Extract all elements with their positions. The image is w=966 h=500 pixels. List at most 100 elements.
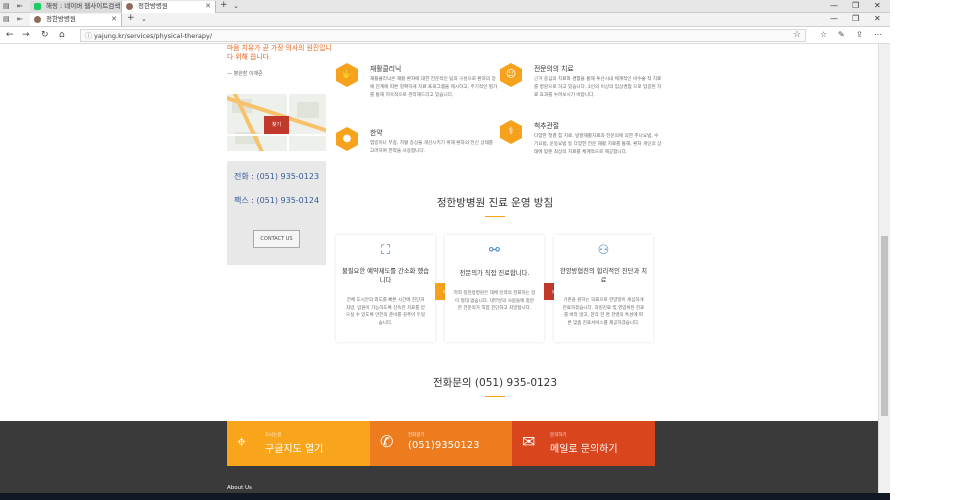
fax-line: 팩스 : (051) 935-0124 — [227, 195, 326, 207]
hand-icon: ✋ — [336, 63, 358, 87]
needle-icon: ⚕ — [500, 120, 522, 144]
new-tab-icon[interactable]: + — [127, 13, 135, 23]
close-tab-icon[interactable]: ✕ — [205, 1, 211, 12]
pill-icon: ● — [336, 127, 358, 151]
service-desc: 다양한 첫결 힘 치료, 방향재활치료과 전문의에 의한 추나요법, 수기요법,… — [534, 134, 662, 155]
card-desc: 기존을 원하는 의료으로 한양방이 세심하게 진료하겠습니다. 과잉진료 및 영… — [562, 298, 645, 326]
phone-icon: ✆ — [380, 432, 394, 451]
tab-hospital-active[interactable]: 정한방병원 ✕ — [30, 14, 122, 26]
home-icon[interactable]: ⌂ — [59, 30, 65, 40]
map-icon: ⌖ — [237, 432, 247, 451]
card-desc: 전체 도시안의 외도를 빠른 시간에 진단과 처방, 입원이 가능하도록 신속한… — [346, 298, 425, 326]
scrollbar-thumb[interactable] — [881, 236, 888, 416]
share-icon[interactable]: ⇪ — [856, 30, 863, 39]
service-desc: 재활클리닉은 재활 환자에 대한 전문적인 팀의 구성으로 환자의 장애 단계에… — [370, 77, 498, 98]
footer-small-label: 오시는길 — [265, 433, 282, 438]
refresh-icon[interactable]: ↻ — [41, 30, 49, 40]
restore-icon[interactable]: ❐ — [852, 14, 859, 23]
tab-strip: ▤ ⇤ 정한방병원 ✕ + ⌄ — ❐ ✕ — [0, 13, 890, 27]
slogan: 마음 치유가 곧 가장 의사의 원진입니 다 위해 씁니다. — [227, 44, 332, 62]
footer-small-label: 문의하기 — [550, 433, 567, 438]
people-icon: ☺ — [500, 63, 522, 87]
phone-label: 전화 : — [233, 172, 254, 181]
minimize-icon[interactable]: — — [830, 1, 838, 10]
forward-icon[interactable]: → — [22, 30, 30, 40]
service-title: 척추관절 — [534, 122, 560, 130]
policy-card: ⛶ 불필요한 예약제도를 간소화 했습니다 전체 도시안의 외도를 빠른 시간에… — [336, 235, 435, 342]
tab-back-icon[interactable]: ⇤ — [17, 15, 23, 23]
blank-margin — [890, 0, 966, 500]
more-icon[interactable]: ⋯ — [874, 30, 882, 39]
service-title: 재활클리닉 — [370, 65, 402, 73]
tab-label: 정한방병원 — [46, 15, 76, 23]
naver-favicon-icon — [34, 3, 41, 10]
taskbar — [0, 493, 890, 500]
footer-small-label: 전화걸기 — [408, 433, 425, 438]
tab-strip-top: ▤ ⇤ 해링 : 네이버 웹사이트검색 정한방병원 ✕ + ⌄ — ❐ ✕ — [0, 0, 890, 13]
tab-naver[interactable]: 해링 : 네이버 웹사이트검색 — [30, 1, 122, 13]
title-underline — [485, 396, 505, 397]
dna-icon: ⚯ — [489, 243, 500, 258]
new-tab-icon[interactable]: + — [220, 0, 228, 10]
map-block — [297, 102, 319, 118]
google-map-button[interactable]: ⌖ 오시는길 구글지도 열기 — [227, 421, 370, 466]
chevron-down-icon[interactable]: ⌄ — [233, 2, 239, 10]
url-text: yajung.kr/services/physical-therapy/ — [94, 32, 213, 40]
email-button[interactable]: ✉ 문의하기 메일로 문의하기 — [512, 421, 655, 466]
contact-us-button[interactable]: CONTACT US — [253, 230, 300, 248]
tab-back-icon[interactable]: ⇤ — [17, 2, 23, 10]
tab-list-icon[interactable]: ▤ — [3, 15, 10, 23]
hospital-favicon-icon — [126, 3, 133, 10]
policy-card: ⚇ 한양방협진의 합리적인 진단과 치료 기존을 원하는 의료으로 한양방이 세… — [554, 235, 653, 342]
tel-inquiry: 전화문의 (051) 935-0123 — [432, 377, 558, 389]
info-icon[interactable]: ⓘ — [85, 31, 92, 41]
tab-list-icon[interactable]: ▤ — [3, 2, 10, 10]
footer-main-label: 메일로 문의하기 — [550, 444, 618, 455]
close-tab-icon[interactable]: ✕ — [111, 14, 117, 25]
close-window-icon[interactable]: ✕ — [874, 14, 881, 23]
tab-label: 해링 : 네이버 웹사이트검색 — [46, 2, 121, 10]
phone-value: (051) 935-0123 — [256, 172, 320, 181]
title-underline — [485, 216, 505, 217]
footer-main-label: (051)9350123 — [408, 440, 480, 451]
map-badge[interactable]: 찾기 — [264, 116, 289, 134]
hospital-favicon-icon — [34, 16, 41, 23]
back-icon[interactable]: ← — [6, 30, 14, 40]
chevron-down-icon[interactable]: ⌄ — [141, 15, 147, 23]
slogan-line: 마음 치유가 곧 가장 의사의 원진입니 — [227, 44, 332, 52]
pen-icon[interactable]: ✎ — [838, 30, 845, 39]
signature: — 병원장 이재준 — [227, 71, 263, 77]
footer: ⌖ 오시는길 구글지도 열기 ✆ 전화걸기 (051)9350123 ✉ 문의하… — [0, 421, 890, 496]
tab-hospital[interactable]: 정한방병원 ✕ — [122, 1, 216, 13]
policy-card: ⚯ 전문의가 직접 진료합니다. 저희 정한방병원은 대체 인력의 진료하는 일… — [445, 235, 544, 342]
restore-icon[interactable]: ❐ — [852, 1, 859, 10]
service-title: 전문의의 치료 — [534, 65, 574, 73]
service-desc: 근거 중심의 치료와 경험을 통해 투산시내 체계적인 비수술 적 치료를 병원… — [534, 77, 662, 98]
fax-value: (051) 935-0124 — [256, 196, 320, 205]
phone-line: 전화 : (051) 935-0123 — [227, 171, 326, 183]
favorites-icon[interactable]: ☆ — [820, 30, 827, 39]
service-desc: 염증이나 부종, 저혈 증상을 개선시키기 위해 환자의 전신 상태를 고려하여… — [370, 141, 494, 154]
policy-title: 정한방병원 진료 운영 방침 — [436, 197, 554, 209]
page-scrollbar[interactable] — [878, 44, 890, 496]
tab-label: 정한방병원 — [138, 2, 168, 10]
close-window-icon[interactable]: ✕ — [874, 1, 881, 10]
contact-panel: 전화 : (051) 935-0123 팩스 : (051) 935-0124 … — [227, 161, 326, 265]
minimize-icon[interactable]: — — [830, 14, 838, 23]
bed-icon: ⛶ — [380, 243, 391, 258]
card-title: 한양방협진의 합리적인 진단과 치료 — [559, 268, 648, 284]
card-title: 불필요한 예약제도를 간소화 했습니다 — [341, 268, 430, 284]
card-title: 전문의가 직접 진료합니다. — [459, 270, 530, 277]
favorite-star-icon[interactable]: ☆ — [793, 30, 801, 40]
doctors-icon: ⚇ — [597, 243, 610, 258]
slogan-line: 다 위해 씁니다. — [227, 53, 272, 61]
about-us-heading: About Us — [227, 485, 252, 491]
map-street — [227, 134, 326, 136]
footer-main-label: 구글지도 열기 — [265, 444, 324, 455]
fax-label: 팩스 : — [233, 196, 254, 205]
card-desc: 저희 정한방병원은 대체 인력의 진료하는 일이 절대 없습니다. 대부분의 사… — [453, 291, 536, 311]
url-input[interactable]: ⓘ yajung.kr/services/physical-therapy/ ☆ — [80, 29, 806, 42]
call-button[interactable]: ✆ 전화걸기 (051)9350123 — [370, 421, 513, 466]
location-map[interactable]: 찾기 — [227, 94, 326, 151]
address-bar: ← → ↻ ⌂ ⓘ yajung.kr/services/physical-th… — [0, 27, 890, 44]
